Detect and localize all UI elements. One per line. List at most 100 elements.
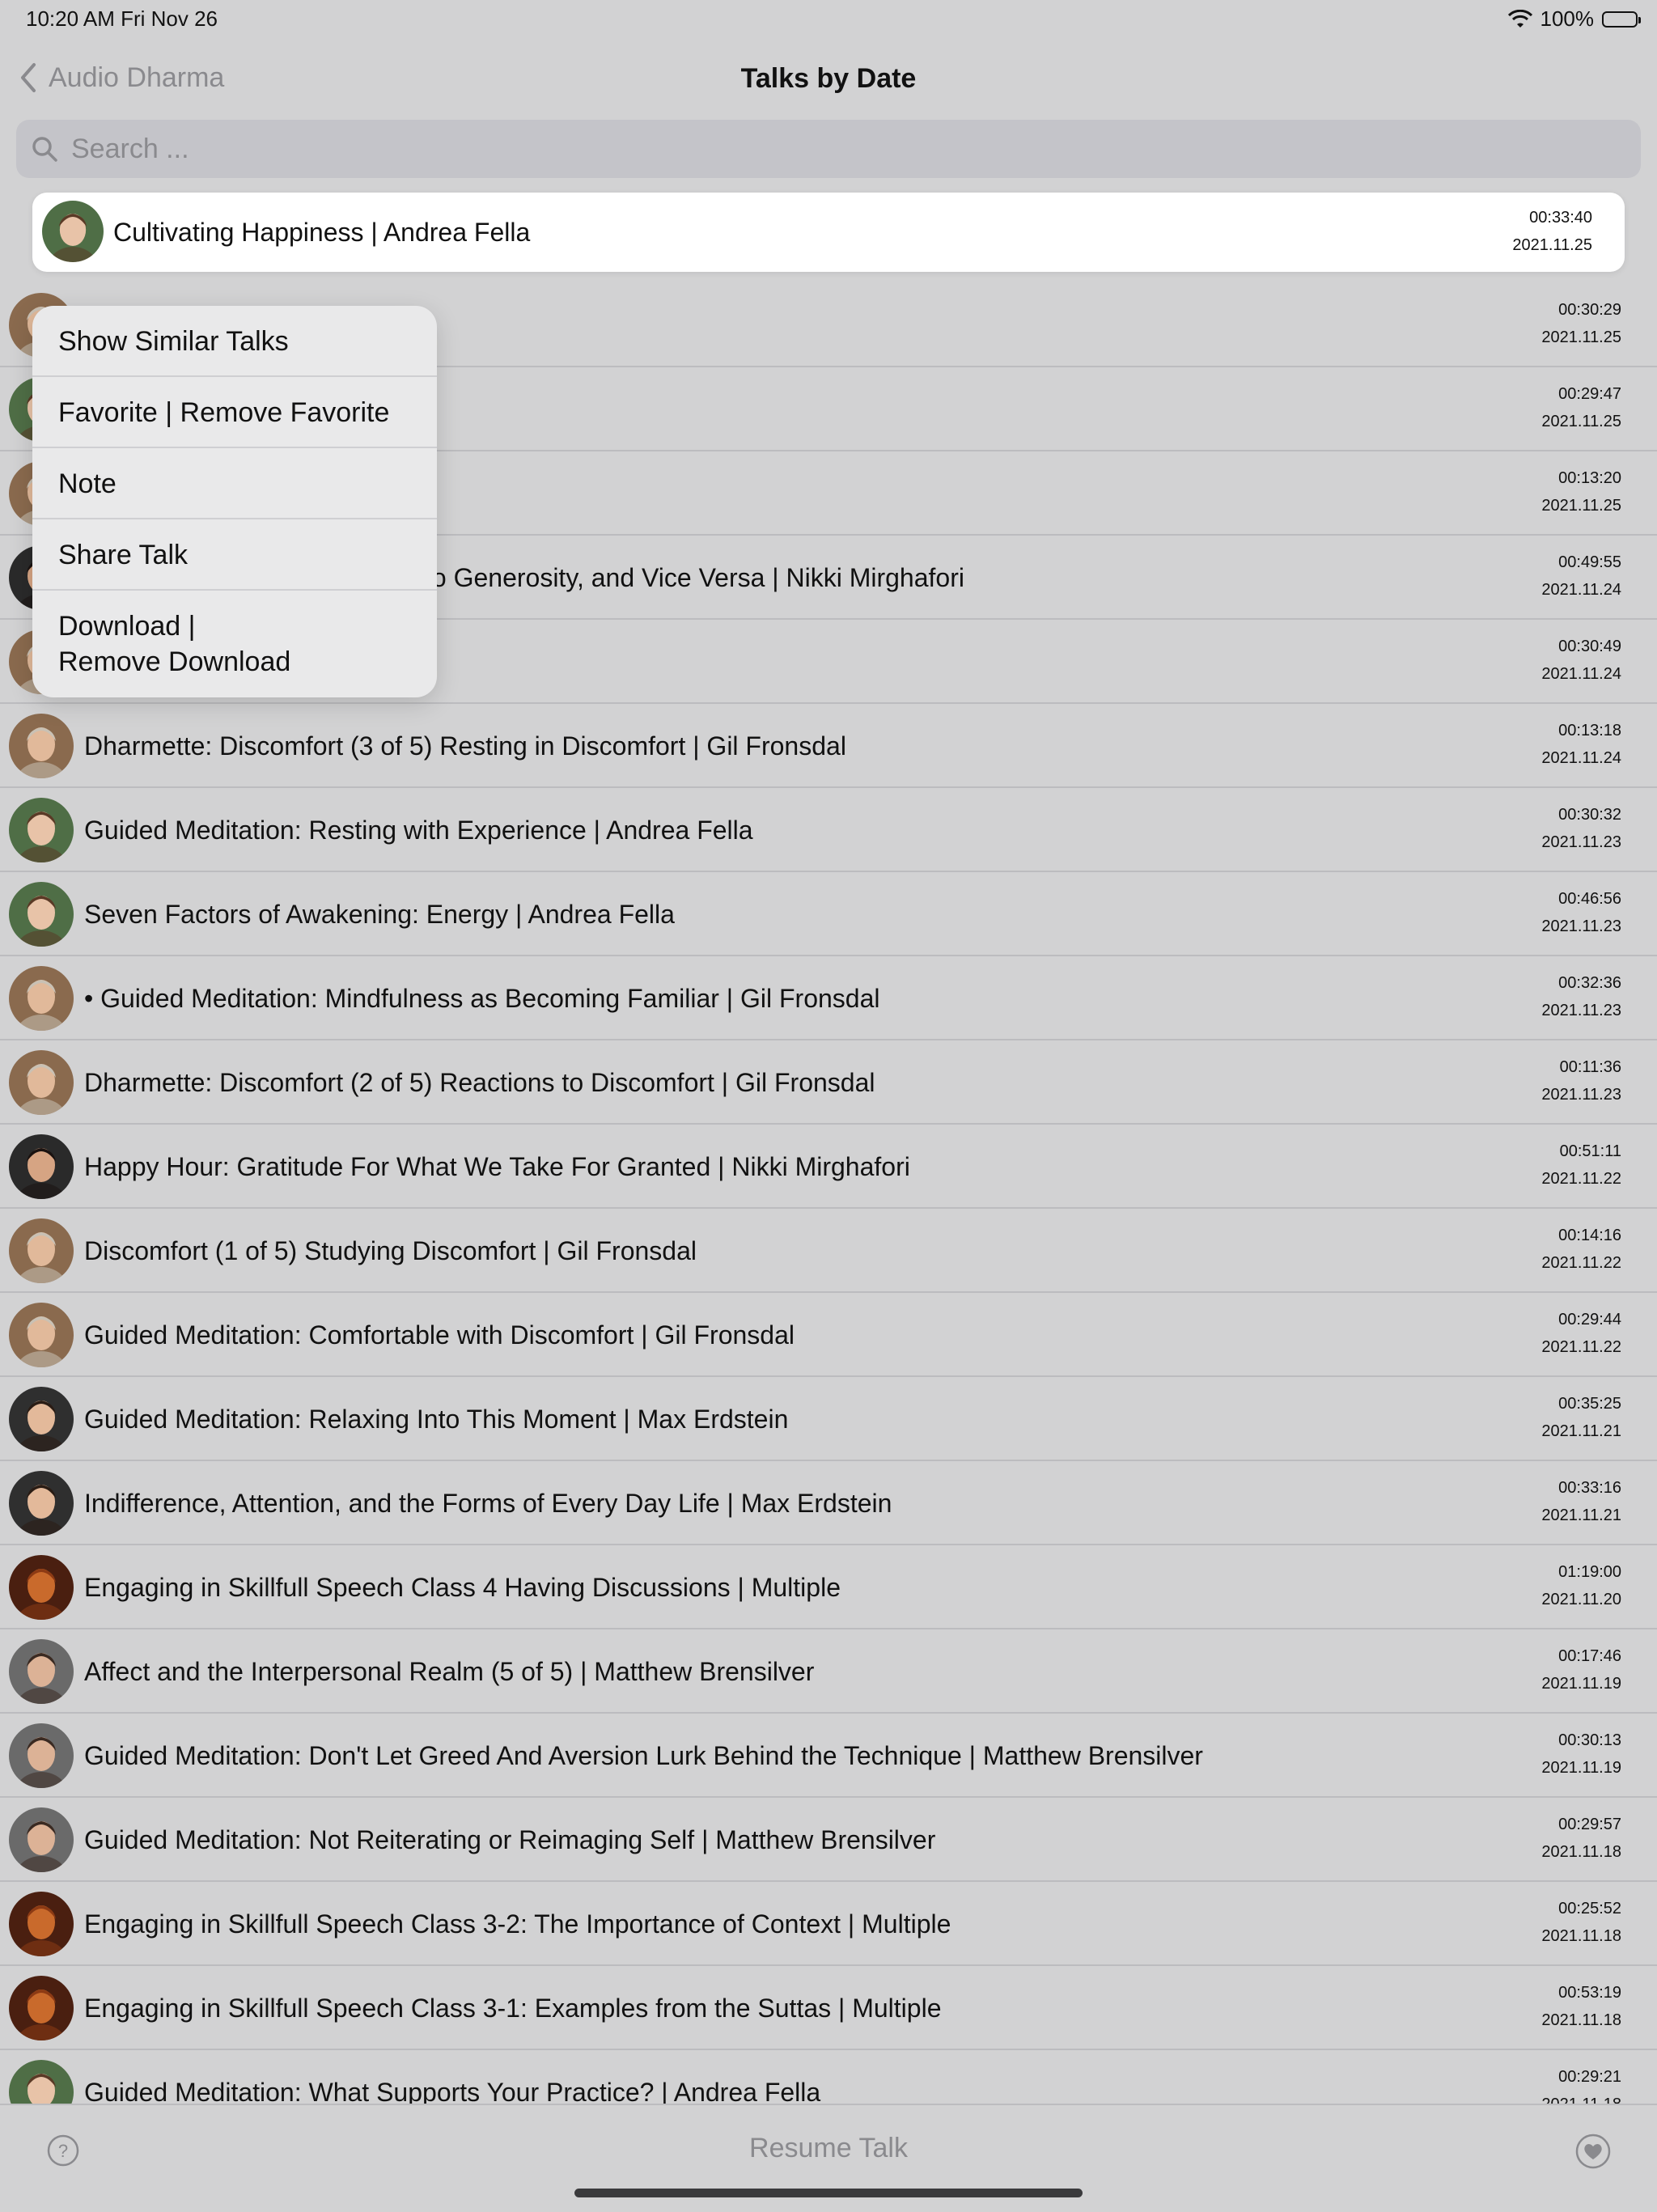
selected-talk-row[interactable]: Cultivating Happiness | Andrea Fella 00:… <box>32 193 1625 272</box>
talk-duration: 00:35:25 <box>1558 1395 1621 1413</box>
talk-title: Seven Factors of Awakening: Energy | And… <box>84 900 675 929</box>
talk-meta: 00:29:44 2021.11.22 <box>1541 1306 1621 1361</box>
talk-title: Engaging in Skillfull Speech Class 3-2: … <box>84 1909 951 1939</box>
talk-date: 2021.11.24 <box>1541 665 1621 683</box>
talk-duration: 00:29:44 <box>1558 1311 1621 1328</box>
speaker-avatar <box>9 882 74 947</box>
talk-date: 2021.11.22 <box>1541 1338 1621 1356</box>
speaker-avatar <box>42 201 104 262</box>
speaker-avatar <box>9 1471 74 1536</box>
talk-meta: 00:29:57 2021.11.18 <box>1541 1811 1621 1866</box>
speaker-avatar <box>9 714 74 778</box>
talk-meta: 01:19:00 2021.11.20 <box>1541 1558 1621 1613</box>
talk-date: 2021.11.21 <box>1541 1506 1621 1524</box>
talk-meta: 00:30:49 2021.11.24 <box>1541 633 1621 688</box>
talk-date: 2021.11.23 <box>1541 833 1621 851</box>
speaker-avatar <box>9 1218 74 1283</box>
wifi-icon <box>1507 9 1532 28</box>
talk-duration: 00:29:57 <box>1558 1816 1621 1833</box>
talk-title: Guided Meditation: Comfortable with Disc… <box>84 1320 795 1350</box>
menu-item-favorite[interactable]: Favorite | Remove Favorite <box>32 377 437 448</box>
speaker-avatar <box>9 798 74 862</box>
talk-title: Engaging in Skillfull Speech Class 3-1: … <box>84 1994 942 2023</box>
talk-title: Guided Meditation: Not Reiterating or Re… <box>84 1825 936 1854</box>
talk-date: 2021.11.23 <box>1541 917 1621 935</box>
talk-row[interactable]: Dharmette: Discomfort (3 of 5) Resting i… <box>0 704 1657 788</box>
talk-meta: 00:29:47 2021.11.25 <box>1541 380 1621 435</box>
talk-title: • Guided Meditation: Mindfulness as Beco… <box>84 984 880 1013</box>
talk-date: 2021.11.25 <box>1541 328 1621 346</box>
talk-row[interactable]: Indifference, Attention, and the Forms o… <box>0 1461 1657 1545</box>
talk-meta: 00:35:25 2021.11.21 <box>1541 1390 1621 1445</box>
talk-row[interactable]: Dharmette: Discomfort (2 of 5) Reactions… <box>0 1040 1657 1125</box>
talk-duration: 01:19:00 <box>1558 1563 1621 1581</box>
menu-item-note[interactable]: Note <box>32 448 437 519</box>
menu-item-show-similar[interactable]: Show Similar Talks <box>32 306 437 377</box>
talk-duration: 00:11:36 <box>1559 1058 1621 1076</box>
talk-row[interactable]: Seven Factors of Awakening: Energy | And… <box>0 872 1657 956</box>
talk-title: Guided Meditation: Resting with Experien… <box>84 816 753 845</box>
talk-duration: 00:29:21 <box>1558 2068 1621 2086</box>
talk-duration: 00:46:56 <box>1558 890 1621 908</box>
search-bar[interactable] <box>16 120 1641 178</box>
context-menu: Show Similar Talks Favorite | Remove Fav… <box>32 306 437 697</box>
menu-item-download[interactable]: Download | Remove Download <box>32 591 437 697</box>
talk-duration: 00:30:32 <box>1558 806 1621 824</box>
talk-duration: 00:30:29 <box>1558 301 1621 319</box>
talk-row[interactable]: Engaging in Skillfull Speech Class 4 Hav… <box>0 1545 1657 1629</box>
speaker-avatar <box>9 1050 74 1115</box>
talk-duration: 00:13:20 <box>1558 469 1621 487</box>
search-icon <box>32 137 57 162</box>
talk-row[interactable]: Guided Meditation: Comfortable with Disc… <box>0 1293 1657 1377</box>
talk-duration: 00:29:47 <box>1558 385 1621 403</box>
talk-title: Engaging in Skillfull Speech Class 4 Hav… <box>84 1573 841 1602</box>
heart-circle-icon[interactable] <box>1574 2133 1612 2170</box>
talk-row[interactable]: Happy Hour: Gratitude For What We Take F… <box>0 1125 1657 1209</box>
talk-row[interactable]: Guided Meditation: Resting with Experien… <box>0 788 1657 872</box>
talk-row[interactable]: Engaging in Skillfull Speech Class 3-2: … <box>0 1882 1657 1966</box>
speaker-avatar <box>9 1807 74 1872</box>
talk-row[interactable]: Guided Meditation: Relaxing Into This Mo… <box>0 1377 1657 1461</box>
navigation-bar: Audio Dharma Talks by Date <box>0 49 1657 110</box>
talk-row[interactable]: Guided Meditation: Not Reiterating or Re… <box>0 1798 1657 1882</box>
talk-duration: 00:14:16 <box>1558 1227 1621 1244</box>
talk-date: 2021.11.20 <box>1541 1591 1621 1608</box>
talk-row[interactable]: Engaging in Skillfull Speech Class 3-1: … <box>0 1966 1657 2050</box>
talk-row[interactable]: Guided Meditation: Don't Let Greed And A… <box>0 1714 1657 1798</box>
talk-title: Affect and the Interpersonal Realm (5 of… <box>84 1657 815 1686</box>
speaker-avatar <box>9 1134 74 1199</box>
speaker-avatar <box>9 1892 74 1956</box>
status-right: 100% <box>1507 6 1641 32</box>
resume-talk-button[interactable]: Resume Talk <box>0 2133 1657 2164</box>
menu-item-share[interactable]: Share Talk <box>32 519 437 591</box>
talk-duration: 00:32:36 <box>1558 974 1621 992</box>
talk-meta: 00:17:46 2021.11.19 <box>1541 1642 1621 1697</box>
speaker-avatar <box>9 1387 74 1451</box>
search-input[interactable] <box>70 132 1529 166</box>
talk-row[interactable]: Discomfort (1 of 5) Studying Discomfort … <box>0 1209 1657 1293</box>
talk-date: 2021.11.24 <box>1541 581 1621 599</box>
page-title: Talks by Date <box>740 63 917 94</box>
speaker-avatar <box>9 1555 74 1620</box>
talk-date: 2021.11.19 <box>1541 1759 1621 1777</box>
talk-title: Dharmette: Discomfort (2 of 5) Reactions… <box>84 1068 875 1097</box>
talk-date: 2021.11.18 <box>1541 1843 1621 1861</box>
talk-meta: 00:32:36 2021.11.23 <box>1541 969 1621 1024</box>
talk-date: 2021.11.19 <box>1541 1675 1621 1693</box>
talk-title: Discomfort (1 of 5) Studying Discomfort … <box>84 1236 697 1265</box>
talk-date: 2021.11.25 <box>1541 497 1621 515</box>
talk-meta: 00:49:55 2021.11.24 <box>1541 549 1621 604</box>
talk-meta: 00:13:20 2021.11.25 <box>1541 464 1621 519</box>
status-time: 10:20 AM Fri Nov 26 <box>26 6 218 31</box>
talk-meta: 00:30:29 2021.11.25 <box>1541 296 1621 351</box>
talk-meta: 00:25:52 2021.11.18 <box>1541 1895 1621 1950</box>
talk-row[interactable]: • Guided Meditation: Mindfulness as Beco… <box>0 956 1657 1040</box>
talk-row[interactable]: Affect and the Interpersonal Realm (5 of… <box>0 1629 1657 1714</box>
talk-duration: 00:25:52 <box>1558 1900 1621 1917</box>
talk-meta: 00:14:16 2021.11.22 <box>1541 1222 1621 1277</box>
talk-meta: 00:30:32 2021.11.23 <box>1541 801 1621 856</box>
home-indicator[interactable] <box>574 2189 1083 2197</box>
talk-meta: 00:51:11 2021.11.22 <box>1541 1138 1621 1193</box>
talk-duration: 00:13:18 <box>1558 722 1621 739</box>
talk-title: Indifference, Attention, and the Forms o… <box>84 1489 892 1518</box>
